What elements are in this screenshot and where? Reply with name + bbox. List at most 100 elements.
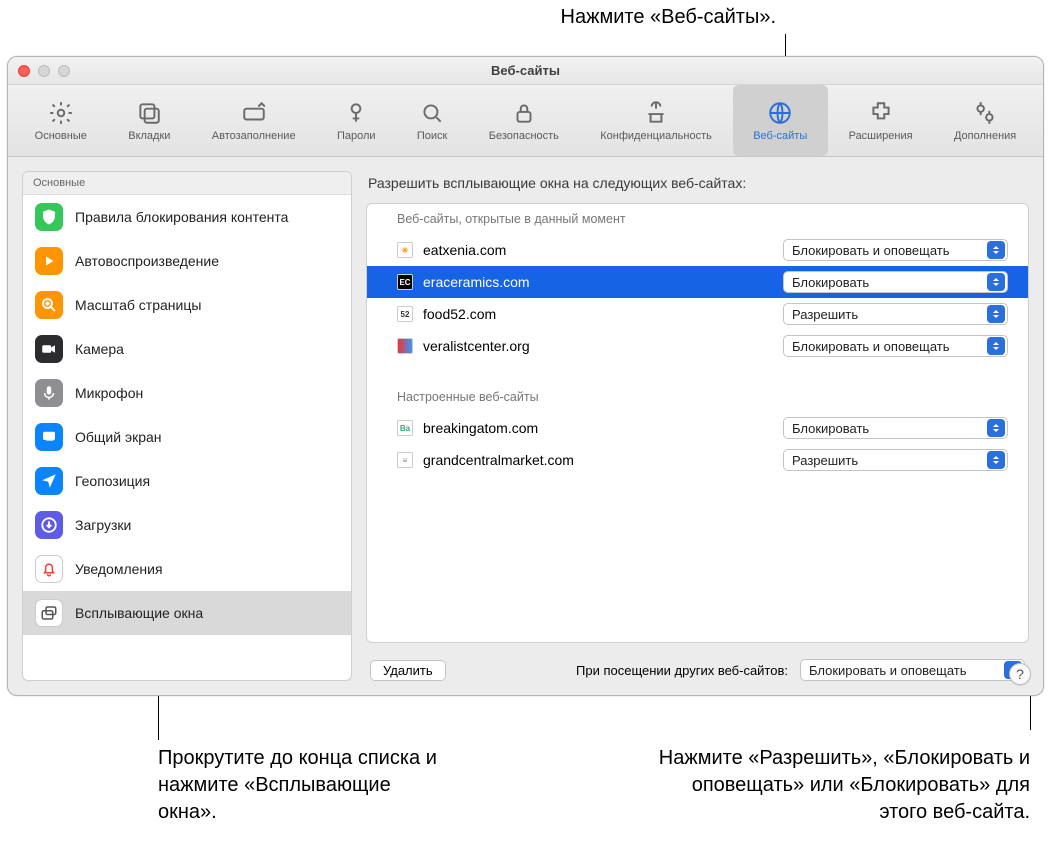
downloads-icon (35, 511, 63, 539)
permission-select[interactable]: Блокировать (783, 271, 1008, 293)
sidebar-item-content-blockers[interactable]: Правила блокирования контента (23, 195, 351, 239)
chevron-updown-icon (987, 419, 1005, 437)
permission-value: Разрешить (792, 307, 987, 322)
notifications-icon (35, 555, 63, 583)
website-row[interactable]: ≡grandcentralmarket.comРазрешить (367, 444, 1028, 476)
permission-select[interactable]: Блокировать (783, 417, 1008, 439)
permission-select[interactable]: Блокировать и оповещать (783, 239, 1008, 261)
section-open-header: Веб-сайты, открытые в данный момент (367, 204, 1028, 234)
website-domain: breakingatom.com (423, 420, 773, 436)
chevron-updown-icon (987, 451, 1005, 469)
remove-button[interactable]: Удалить (370, 660, 446, 681)
permission-value: Блокировать и оповещать (792, 339, 987, 354)
website-row[interactable]: 52food52.comРазрешить (367, 298, 1028, 330)
websites-icon (766, 99, 794, 127)
website-row[interactable]: ✳eatxenia.comБлокировать и оповещать (367, 234, 1028, 266)
sidebar-item-page-zoom[interactable]: Масштаб страницы (23, 283, 351, 327)
sidebar-item-screen-share[interactable]: Общий экран (23, 415, 351, 459)
advanced-icon (971, 99, 999, 127)
toolbar-security[interactable]: Безопасность (468, 85, 580, 156)
toolbar-privacy[interactable]: Конфиденциальность (580, 85, 733, 156)
callout-top: Нажмите «Веб-сайты». (436, 6, 776, 29)
sidebar-item-label: Загрузки (75, 517, 131, 533)
close-button[interactable] (18, 65, 30, 77)
toolbar-label: Безопасность (489, 130, 559, 142)
other-sites-value: Блокировать и оповещать (809, 663, 1004, 678)
general-icon (47, 99, 75, 127)
website-domain: veralistcenter.org (423, 338, 773, 354)
favicon: ≡ (397, 452, 413, 468)
chevron-updown-icon (987, 241, 1005, 259)
chevron-updown-icon (987, 337, 1005, 355)
permission-select[interactable]: Блокировать и оповещать (783, 335, 1008, 357)
location-icon (35, 467, 63, 495)
sidebar-item-label: Микрофон (75, 385, 143, 401)
toolbar-label: Дополнения (954, 130, 1016, 142)
permission-value: Блокировать (792, 275, 987, 290)
window-title: Веб-сайты (491, 63, 560, 78)
bottom-bar: Удалить При посещении других веб-сайтов:… (366, 651, 1029, 681)
sidebar-item-notifications[interactable]: Уведомления (23, 547, 351, 591)
sidebar-item-autoplay[interactable]: Автовоспроизведение (23, 239, 351, 283)
sidebar-item-label: Масштаб страницы (75, 297, 201, 313)
privacy-icon (642, 99, 670, 127)
other-sites-label: При посещении других веб-сайтов: (576, 663, 788, 678)
sidebar-item-label: Общий экран (75, 429, 162, 445)
website-domain: eraceramics.com (423, 274, 773, 290)
toolbar-label: Расширения (849, 130, 913, 142)
content-blockers-icon (35, 203, 63, 231)
sidebar-list[interactable]: Правила блокирования контентаАвтовоспрои… (23, 195, 351, 680)
search-icon (418, 99, 446, 127)
toolbar-label: Поиск (417, 130, 447, 142)
toolbar-websites[interactable]: Веб-сайты (733, 85, 828, 156)
toolbar-search[interactable]: Поиск (396, 85, 468, 156)
permission-select[interactable]: Разрешить (783, 303, 1008, 325)
preferences-window: Веб-сайты Основные Вкладки Автозаполнение П… (7, 56, 1044, 696)
callout-bottom-left: Прокрутите до конца списка и нажмите «Вс… (158, 745, 438, 826)
main-panel: Разрешить всплывающие окна на следующих … (366, 171, 1029, 681)
passwords-icon (342, 99, 370, 127)
minimize-button[interactable] (38, 65, 50, 77)
sidebar-item-downloads[interactable]: Загрузки (23, 503, 351, 547)
sidebar-item-label: Геопозиция (75, 473, 150, 489)
toolbar-autofill[interactable]: Автозаполнение (191, 85, 316, 156)
sidebar-item-label: Камера (75, 341, 124, 357)
sidebar-item-camera[interactable]: Камера (23, 327, 351, 371)
permission-value: Разрешить (792, 453, 987, 468)
camera-icon (35, 335, 63, 363)
sidebar-item-location[interactable]: Геопозиция (23, 459, 351, 503)
titlebar: Веб-сайты (8, 57, 1043, 85)
toolbar-passwords[interactable]: Пароли (316, 85, 396, 156)
favicon: 52 (397, 306, 413, 322)
toolbar-tabs[interactable]: Вкладки (108, 85, 192, 156)
toolbar-label: Веб-сайты (753, 130, 807, 142)
sidebar: Основные Правила блокирования контентаАв… (22, 171, 352, 681)
preferences-toolbar: Основные Вкладки Автозаполнение Пароли Поиск… (8, 85, 1043, 157)
favicon: EC (397, 274, 413, 290)
window-controls (18, 65, 70, 77)
help-button[interactable]: ? (1009, 663, 1031, 685)
toolbar-extensions[interactable]: Расширения (828, 85, 933, 156)
websites-table: Веб-сайты, открытые в данный момент ✳eat… (366, 203, 1029, 643)
section-conf-header: Настроенные веб-сайты (367, 382, 1028, 412)
permission-value: Блокировать (792, 421, 987, 436)
favicon: Ba (397, 420, 413, 436)
toolbar-advanced[interactable]: Дополнения (933, 85, 1037, 156)
website-row[interactable]: EC eraceramics.com Блокировать (367, 266, 1028, 298)
main-heading: Разрешить всплывающие окна на следующих … (366, 171, 1029, 195)
toolbar-label: Вкладки (128, 130, 170, 142)
toolbar-general[interactable]: Основные (14, 85, 108, 156)
website-row[interactable]: Ba breakingatom.com Блокировать (367, 412, 1028, 444)
maximize-button[interactable] (58, 65, 70, 77)
sidebar-item-microphone[interactable]: Микрофон (23, 371, 351, 415)
sidebar-item-label: Уведомления (75, 561, 163, 577)
toolbar-label: Пароли (337, 130, 376, 142)
website-domain: eatxenia.com (423, 242, 773, 258)
security-icon (510, 99, 538, 127)
chevron-updown-icon (987, 305, 1005, 323)
permission-select[interactable]: Разрешить (783, 449, 1008, 471)
website-row[interactable]: veralistcenter.org Блокировать и оповещат… (367, 330, 1028, 362)
sidebar-item-popups[interactable]: Всплывающие окна (23, 591, 351, 635)
other-sites-select[interactable]: Блокировать и оповещать (800, 659, 1025, 681)
screen-share-icon (35, 423, 63, 451)
